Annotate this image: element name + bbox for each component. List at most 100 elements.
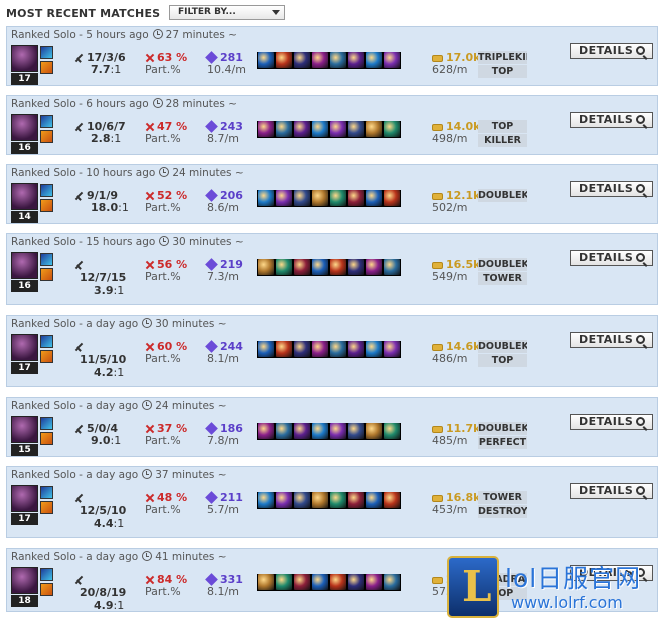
item-icon[interactable]	[330, 423, 346, 439]
item-icon[interactable]	[294, 341, 310, 357]
item-icon[interactable]	[348, 492, 364, 508]
champion-portrait[interactable]	[11, 252, 38, 279]
item-icon[interactable]	[276, 423, 292, 439]
item-icon[interactable]	[276, 190, 292, 206]
item-icon[interactable]	[384, 341, 400, 357]
achievement-badges: DOUBLEKILL	[478, 189, 527, 203]
item-icon[interactable]	[348, 259, 364, 275]
item-icon[interactable]	[312, 423, 328, 439]
champion-portrait[interactable]	[11, 45, 38, 72]
item-icon[interactable]	[348, 574, 364, 590]
item-icon[interactable]	[312, 259, 328, 275]
champion-portrait[interactable]	[11, 485, 38, 512]
item-icon[interactable]	[258, 121, 274, 137]
item-icon[interactable]	[330, 190, 346, 206]
item-icon[interactable]	[384, 574, 400, 590]
item-icon[interactable]	[330, 259, 346, 275]
champion-portrait[interactable]	[11, 114, 38, 141]
item-icon[interactable]	[384, 52, 400, 68]
item-icon[interactable]	[348, 423, 364, 439]
item-icon[interactable]	[276, 574, 292, 590]
item-icon[interactable]	[366, 492, 382, 508]
item-icon[interactable]	[366, 341, 382, 357]
item-icon[interactable]	[366, 423, 382, 439]
item-icon[interactable]	[276, 492, 292, 508]
details-button[interactable]: DETAILS	[570, 250, 653, 266]
match-duration: 30 minutes ~	[172, 236, 244, 248]
item-icon[interactable]	[312, 190, 328, 206]
details-button[interactable]: DETAILS	[570, 414, 653, 430]
item-icon[interactable]	[348, 121, 364, 137]
item-icon[interactable]	[348, 52, 364, 68]
kda-score: 12/7/15	[80, 271, 127, 284]
item-icon[interactable]	[258, 423, 274, 439]
item-icon[interactable]	[348, 341, 364, 357]
details-label: DETAILS	[579, 251, 634, 264]
item-icon[interactable]	[366, 574, 382, 590]
item-icon[interactable]	[294, 121, 310, 137]
item-icon[interactable]	[366, 52, 382, 68]
champion-portrait[interactable]	[11, 567, 38, 594]
item-icon[interactable]	[384, 492, 400, 508]
item-icon[interactable]	[294, 190, 310, 206]
match-duration: 30 minutes ~	[155, 318, 227, 330]
item-icon[interactable]	[258, 492, 274, 508]
item-icon[interactable]	[348, 190, 364, 206]
magnifier-plus-icon	[636, 486, 645, 495]
details-label: DETAILS	[579, 182, 634, 195]
item-icon[interactable]	[366, 190, 382, 206]
ward-icon	[205, 573, 218, 586]
summoner-spell-icon	[40, 583, 53, 596]
item-icon[interactable]	[312, 341, 328, 357]
match-duration: 24 minutes ~	[155, 400, 227, 412]
item-icon[interactable]	[258, 259, 274, 275]
champion-level: 17	[11, 362, 38, 374]
item-icon[interactable]	[294, 492, 310, 508]
filter-dropdown[interactable]: FILTER BY...	[169, 5, 285, 20]
item-icon[interactable]	[276, 259, 292, 275]
item-icon[interactable]	[258, 190, 274, 206]
item-icon[interactable]	[276, 121, 292, 137]
item-icon[interactable]	[384, 423, 400, 439]
match-header: Ranked Solo - a day ago 24 minutes ~	[11, 400, 227, 412]
item-icon[interactable]	[294, 574, 310, 590]
item-icon[interactable]	[384, 190, 400, 206]
item-icon[interactable]	[276, 52, 292, 68]
item-icon[interactable]	[312, 121, 328, 137]
item-icon[interactable]	[366, 121, 382, 137]
gold-coins-icon	[432, 577, 443, 584]
champion-portrait[interactable]	[11, 183, 38, 210]
item-icon[interactable]	[330, 492, 346, 508]
match-row: Ranked Solo - a day ago 37 minutes ~17 12/…	[6, 466, 658, 538]
achievement-badges: TRIPLEKILLTOP	[478, 51, 527, 79]
details-button[interactable]: DETAILS	[570, 483, 653, 499]
item-icon[interactable]	[330, 574, 346, 590]
item-icon[interactable]	[258, 574, 274, 590]
details-button[interactable]: DETAILS	[570, 43, 653, 59]
item-icon[interactable]	[384, 259, 400, 275]
item-icon[interactable]	[258, 341, 274, 357]
time-ago: a day ago	[86, 469, 139, 481]
details-button[interactable]: DETAILS	[570, 112, 653, 128]
item-icon[interactable]	[276, 341, 292, 357]
crossed-swords-icon	[74, 53, 84, 63]
item-icon[interactable]	[294, 423, 310, 439]
champion-portrait[interactable]	[11, 334, 38, 361]
item-icon[interactable]	[330, 341, 346, 357]
item-icon[interactable]	[366, 259, 382, 275]
item-icon[interactable]	[312, 492, 328, 508]
time-ago: 15 hours ago	[86, 236, 156, 248]
details-button[interactable]: DETAILS	[570, 332, 653, 348]
item-icon[interactable]	[294, 259, 310, 275]
item-icon[interactable]	[330, 121, 346, 137]
item-icon[interactable]	[330, 52, 346, 68]
item-icon[interactable]	[384, 121, 400, 137]
item-icon[interactable]	[258, 52, 274, 68]
item-icon[interactable]	[312, 52, 328, 68]
item-icon[interactable]	[312, 574, 328, 590]
details-button[interactable]: DETAILS	[570, 181, 653, 197]
item-icon[interactable]	[294, 52, 310, 68]
champion-portrait[interactable]	[11, 416, 38, 443]
vision-per-minute: 7.3/m	[207, 270, 239, 283]
gold-per-minute: 498/m	[432, 132, 468, 145]
